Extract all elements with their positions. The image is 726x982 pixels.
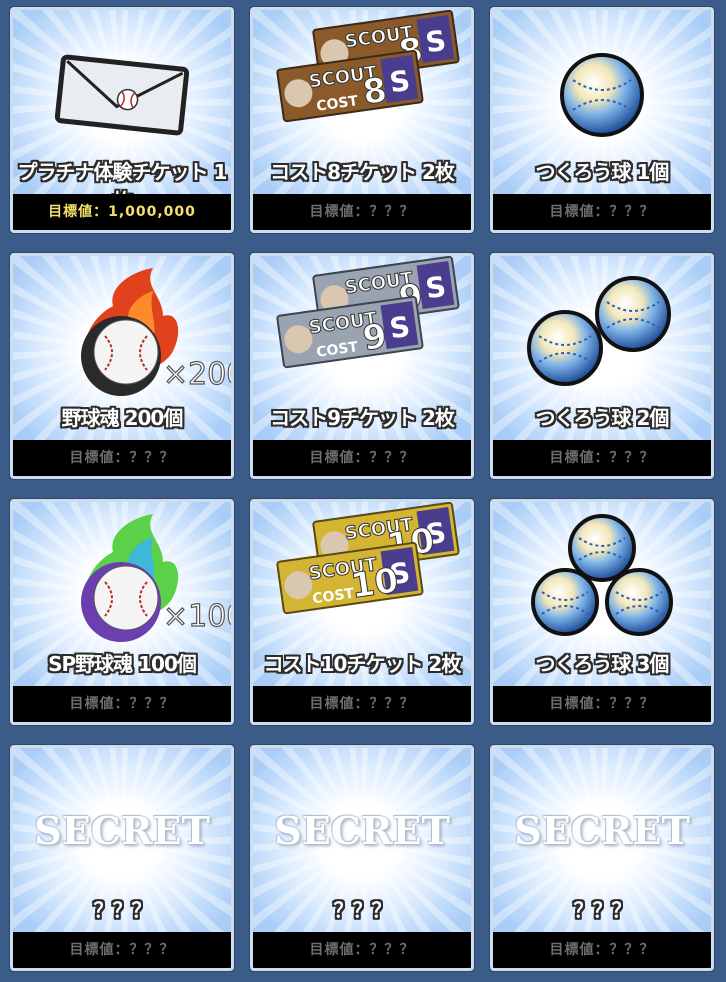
reward-card-secret[interactable]: SECRET ？？？ 目標値：？？？ [490,745,714,971]
secret-label: SECRET [34,808,210,853]
reward-target: 目標値：？？？ [13,440,231,476]
reward-name: つくろう球 3個 [535,652,670,676]
scout-ticket-cost8-icon: S SCOUT 8 S SCOUT COST 8 [276,10,460,123]
reward-name: つくろう球 2個 [535,406,670,430]
reward-name: コスト10チケット 2枚 [263,652,462,676]
tsukurou-ball-icon [527,276,671,386]
reward-grid: プラチナ体験チケット 1枚 目標値：1,000,000 S SCOUT 8 S … [0,0,726,982]
reward-target: 目標値：？？？ [253,686,471,722]
ticket-number: 10 [348,561,400,607]
reward-target: 目標値：？？？ [13,932,231,968]
reward-card[interactable]: ×100 SP野球魂 100個 目標値：？？？ [10,499,234,725]
tsukurou-ball-icon [531,514,673,636]
sp-baseball-soul-icon: ×100 [81,514,231,642]
reward-card[interactable]: つくろう球 2個 目標値：？？？ [490,253,714,479]
reward-card[interactable]: プラチナ体験チケット 1枚 目標値：1,000,000 [10,7,234,233]
reward-target: 目標値：？？？ [493,932,711,968]
scout-ticket-cost10-icon: S SCOUT 10 S SCOUT COST 10 [276,502,460,615]
reward-target: 目標値：？？？ [253,440,471,476]
reward-card[interactable]: S SCOUT 8 S SCOUT COST 8 コスト8チケット 2枚 目標値… [250,7,474,233]
reward-name: SP野球魂 100個 [48,652,197,676]
reward-card-secret[interactable]: SECRET ？？？ 目標値：？？？ [250,745,474,971]
envelope-icon [54,54,190,136]
reward-name: コスト8チケット 2枚 [270,160,455,184]
quantity-label: ×200 [163,357,231,392]
reward-card[interactable]: つくろう球 1個 目標値：？？？ [490,7,714,233]
reward-name: ？？？ [333,898,392,922]
reward-card[interactable]: つくろう球 3個 目標値：？？？ [490,499,714,725]
reward-name: ？？？ [573,898,632,922]
reward-target: 目標値：？？？ [493,686,711,722]
reward-name: 野球魂 200個 [61,406,184,430]
secret-label: SECRET [274,808,450,853]
reward-card[interactable]: ×200 野球魂 200個 目標値：？？？ [10,253,234,479]
reward-card[interactable]: S SCOUT 10 S SCOUT COST 10 コスト10チケット 2枚 … [250,499,474,725]
reward-name: ？？？ [93,898,152,922]
reward-target: 目標値：？？？ [493,440,711,476]
secret-label: SECRET [514,808,690,853]
scout-ticket-cost9-icon: S SCOUT 9 S SCOUT COST 9 [276,256,460,369]
reward-name: コスト9チケット 2枚 [270,406,455,430]
reward-card[interactable]: S SCOUT 9 S SCOUT COST 9 コスト9チケット 2枚 目標値… [250,253,474,479]
tsukurou-ball-icon [560,53,644,137]
reward-target: 目標値：？？？ [13,686,231,722]
reward-name: つくろう球 1個 [535,160,670,184]
reward-target: 目標値：？？？ [493,194,711,230]
reward-target: 目標値：？？？ [253,932,471,968]
quantity-label: ×100 [163,599,231,634]
reward-card-secret[interactable]: SECRET ？？？ 目標値：？？？ [10,745,234,971]
reward-target: 目標値：？？？ [253,194,471,230]
baseball-soul-icon: ×200 [81,268,231,396]
reward-target: 目標値：1,000,000 [13,194,231,230]
